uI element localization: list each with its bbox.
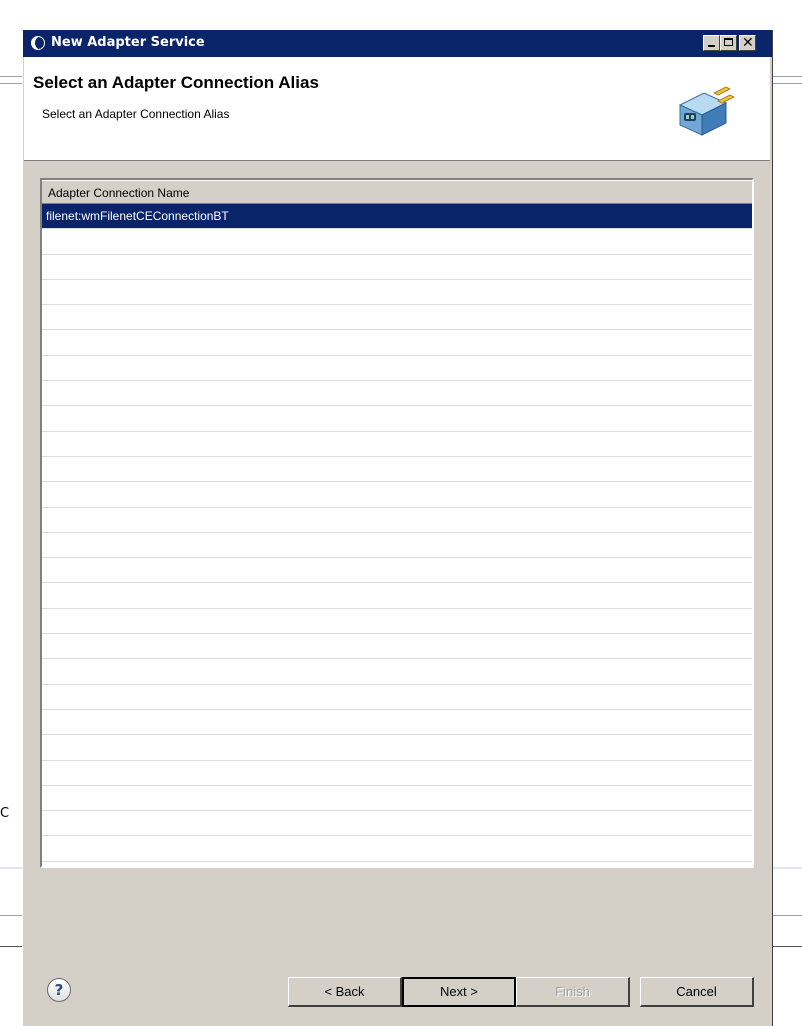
- table-row[interactable]: filenet:wmFilenetCEConnectionBT: [42, 204, 752, 230]
- table-row-empty: [42, 229, 752, 255]
- table-row-empty: [42, 457, 752, 483]
- minimize-button[interactable]: [703, 35, 720, 51]
- table-row-empty: [42, 330, 752, 356]
- wizard-header: Select an Adapter Connection Alias Selec…: [24, 57, 770, 161]
- page-description: Select an Adapter Connection Alias: [42, 107, 230, 121]
- column-header-adapter-connection-name[interactable]: Adapter Connection Name: [42, 180, 752, 204]
- table-row-empty: [42, 356, 752, 382]
- close-button[interactable]: ✕: [739, 35, 756, 51]
- table-row-empty: [42, 406, 752, 432]
- table-row-empty: [42, 836, 752, 862]
- table-row-empty: [42, 583, 752, 609]
- finish-button: Finish: [516, 977, 630, 1007]
- cancel-button[interactable]: Cancel: [640, 977, 754, 1007]
- table-row-empty: [42, 786, 752, 812]
- table-row-empty: [42, 609, 752, 635]
- table-row-empty: [42, 381, 752, 407]
- help-button[interactable]: ?: [47, 978, 71, 1002]
- table-row-empty: [42, 558, 752, 584]
- table-row-empty: [42, 735, 752, 761]
- adapter-plug-icon: [678, 86, 735, 136]
- table-row-empty: [42, 634, 752, 660]
- table-row-empty: [42, 761, 752, 786]
- page-title: Select an Adapter Connection Alias: [33, 73, 319, 92]
- table-row-empty: [42, 432, 752, 457]
- table-row-empty: [42, 508, 752, 533]
- table-row-empty: [42, 710, 752, 736]
- table-row-empty: [42, 482, 752, 508]
- table-row-empty: [42, 305, 752, 331]
- window-title: New Adapter Service: [51, 35, 205, 50]
- background-top: [0, 0, 802, 8]
- background-text: C: [0, 806, 10, 821]
- table-row-empty: [42, 255, 752, 280]
- title-bar[interactable]: New Adapter Service ✕: [23, 30, 772, 57]
- table-row-empty: [42, 811, 752, 837]
- table-row-empty: [42, 533, 752, 559]
- window-icon: [31, 36, 45, 50]
- back-button[interactable]: < Back: [288, 977, 402, 1007]
- table-row-empty: [42, 685, 752, 710]
- table-row-empty: [42, 659, 752, 685]
- next-button[interactable]: Next >: [402, 977, 516, 1007]
- new-adapter-service-dialog: New Adapter Service ✕ Select an Adapter …: [22, 30, 773, 1026]
- maximize-button[interactable]: [720, 35, 737, 51]
- table-row-empty: [42, 280, 752, 306]
- close-icon: ✕: [742, 35, 754, 51]
- connection-table[interactable]: Adapter Connection Name filenet:wmFilene…: [40, 178, 754, 868]
